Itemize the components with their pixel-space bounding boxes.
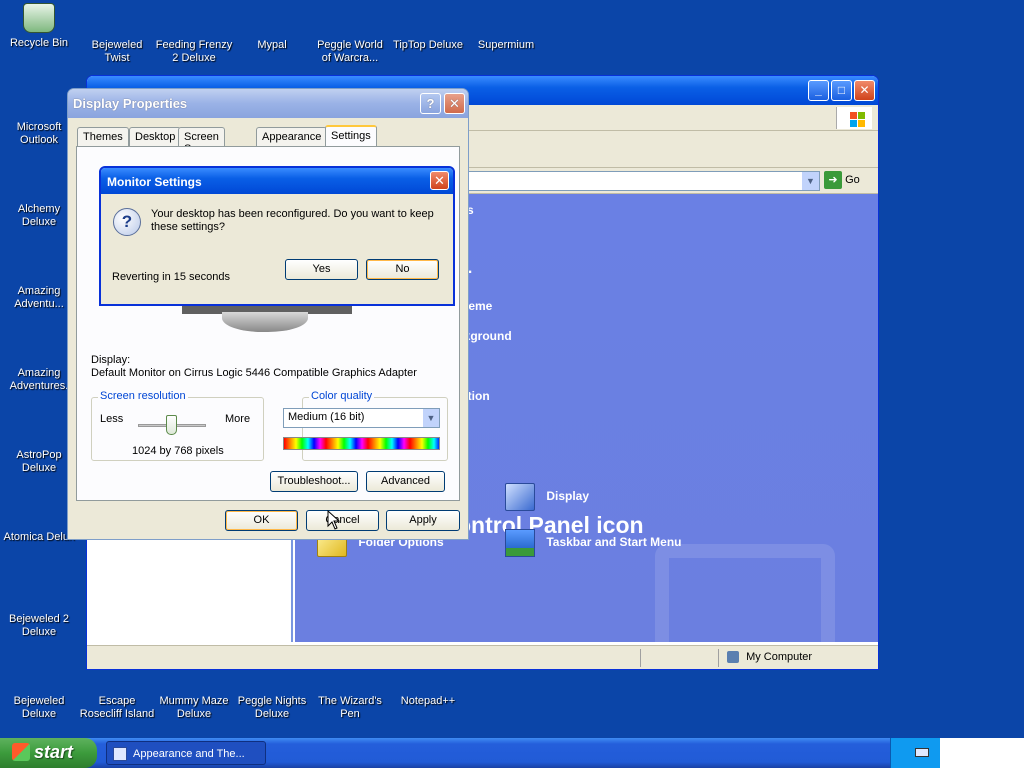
close-button[interactable]: ✕ xyxy=(854,80,875,101)
yes-button[interactable]: Yes xyxy=(285,259,358,280)
monitor-stand-icon xyxy=(222,312,308,332)
desktop-icon-bejeweled-2[interactable]: Bejeweled 2 Deluxe xyxy=(0,613,78,639)
help-button[interactable]: ? xyxy=(420,93,441,114)
system-tray xyxy=(890,738,940,768)
cancel-button[interactable]: Cancel xyxy=(306,510,379,531)
reverting-countdown: Reverting in 15 seconds xyxy=(112,271,231,283)
chevron-down-icon[interactable]: ▼ xyxy=(423,409,439,427)
desktop-icon-feeding-frenzy[interactable]: Feeding Frenzy 2 Deluxe xyxy=(155,39,233,65)
screen-resolution-group: Screen resolution Less More 1024 by 768 … xyxy=(91,390,264,461)
desktop-icon-bejeweled-twist[interactable]: Bejeweled Twist xyxy=(78,39,156,65)
desktop-icon-peggle-world[interactable]: Peggle World of Warcra... xyxy=(311,39,389,65)
minimize-button[interactable]: _ xyxy=(808,80,829,101)
desktop-icon-tiptop[interactable]: TipTop Deluxe xyxy=(389,39,467,52)
monitor-settings-titlebar[interactable]: Monitor Settings ✕ xyxy=(101,168,453,194)
display-properties-dialog[interactable]: Display Properties ? ✕ Themes Desktop Sc… xyxy=(67,88,469,540)
color-quality-select[interactable]: Medium (16 bit) ▼ xyxy=(283,408,440,428)
maximize-button[interactable]: □ xyxy=(831,80,852,101)
troubleshoot-button[interactable]: Troubleshoot... xyxy=(270,471,358,492)
windows-flag-icon xyxy=(12,743,30,761)
question-icon: ? xyxy=(113,208,141,236)
control-panel-icon xyxy=(113,747,127,761)
display-properties-titlebar[interactable]: Display Properties ? ✕ xyxy=(68,89,468,118)
display-label: Display: xyxy=(91,354,131,366)
color-spectrum-bar xyxy=(283,437,440,450)
desktop-icon-supermium[interactable]: Supermium xyxy=(467,39,545,52)
desktop-icon-mummy-maze[interactable]: Mummy Maze Deluxe xyxy=(155,695,233,721)
desktop-icon-mypal[interactable]: Mypal xyxy=(233,39,311,52)
desktop: Recycle Bin Bejeweled Twist Feeding Fren… xyxy=(0,0,1024,738)
close-button[interactable]: ✕ xyxy=(430,171,449,190)
status-bar: My Computer xyxy=(87,645,878,669)
tab-screen-saver[interactable]: Screen Saver xyxy=(178,127,225,155)
taskbar: start Appearance and The... xyxy=(0,738,1024,768)
tab-desktop[interactable]: Desktop xyxy=(129,127,182,147)
tab-appearance[interactable]: Appearance xyxy=(256,127,328,147)
monitor-settings-dialog[interactable]: Monitor Settings ✕ ? Your desktop has be… xyxy=(99,166,455,306)
cp-item-display[interactable]: Display xyxy=(505,483,589,511)
chevron-down-icon[interactable]: ▼ xyxy=(802,172,819,190)
desktop-icon-escape-rosecliff[interactable]: Escape Rosecliff Island xyxy=(78,695,156,721)
display-value: Default Monitor on Cirrus Logic 5446 Com… xyxy=(91,367,417,379)
desktop-icon-peggle-nights[interactable]: Peggle Nights Deluxe xyxy=(233,695,311,721)
resolution-more: More xyxy=(225,413,251,425)
advanced-button[interactable]: Advanced xyxy=(366,471,445,492)
apply-button[interactable]: Apply xyxy=(386,510,460,531)
ok-button[interactable]: OK xyxy=(225,510,298,531)
resolution-slider-handle[interactable] xyxy=(166,415,177,435)
resolution-less: Less xyxy=(100,413,124,425)
close-button[interactable]: ✕ xyxy=(444,93,465,114)
monitor-settings-message: Your desktop has been reconfigured. Do y… xyxy=(151,208,434,233)
keyboard-icon[interactable] xyxy=(915,748,929,757)
screen-resolution-title: Screen resolution xyxy=(98,390,188,402)
desktop-icon-bejeweled-deluxe[interactable]: Bejeweled Deluxe xyxy=(0,695,78,721)
go-arrow-icon: ➜ xyxy=(824,171,842,189)
color-quality-title: Color quality xyxy=(309,390,375,402)
go-button[interactable]: ➜ Go xyxy=(824,171,868,191)
taskbar-icon xyxy=(505,529,535,557)
recycle-bin-icon xyxy=(23,3,55,33)
color-quality-group: Color quality Medium (16 bit) ▼ xyxy=(283,390,448,461)
desktop-icon-wizards-pen[interactable]: The Wizard's Pen xyxy=(311,695,389,721)
desktop-icon-recycle-bin[interactable]: Recycle Bin xyxy=(0,3,78,50)
tab-settings[interactable]: Settings xyxy=(325,125,377,148)
cp-item-taskbar[interactable]: Taskbar and Start Menu xyxy=(505,529,681,557)
my-computer-icon xyxy=(727,651,739,664)
windows-logo-icon xyxy=(836,107,872,129)
desktop-icon-notepadpp[interactable]: Notepad++ xyxy=(389,695,467,708)
tray-blank-area xyxy=(940,738,1024,768)
display-icon xyxy=(505,483,535,511)
taskbar-window-appearance[interactable]: Appearance and The... xyxy=(106,741,266,765)
resolution-value: 1024 by 768 pixels xyxy=(132,445,224,457)
mouse-cursor-icon xyxy=(327,510,341,530)
status-my-computer: My Computer xyxy=(727,651,812,664)
start-button[interactable]: start xyxy=(0,738,97,768)
tab-themes[interactable]: Themes xyxy=(77,127,129,147)
no-button[interactable]: No xyxy=(366,259,439,280)
